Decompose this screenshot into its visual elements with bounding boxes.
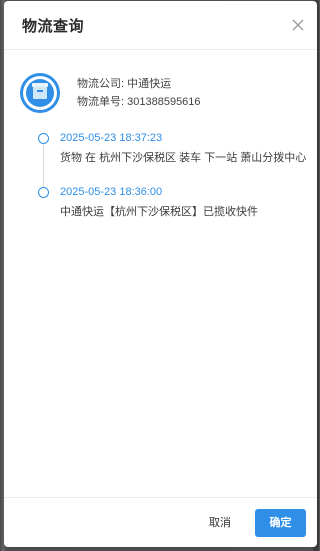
carrier-company-value: 中通快运 bbox=[127, 78, 172, 90]
timeline-time: 2025-05-23 18:36:00 bbox=[60, 186, 163, 198]
dialog-footer: 取消 确定 bbox=[4, 497, 317, 547]
dialog-header: 物流查询 bbox=[4, 1, 317, 50]
carrier-info: 物流公司: 中通快运 物流单号: 301388595616 bbox=[20, 73, 310, 119]
tracking-number-label: 物流单号: bbox=[77, 96, 125, 108]
carrier-company-row: 物流公司: 中通快运 bbox=[77, 75, 201, 93]
timeline-dot bbox=[38, 133, 49, 144]
timeline-description: 中通快运【杭州下沙保税区】已揽收快件 bbox=[60, 206, 258, 218]
timeline-description: 货物 在 杭州下沙保税区 装车 下一站 萧山分拨中心 bbox=[60, 152, 307, 164]
carrier-details: 物流公司: 中通快运 物流单号: 301388595616 bbox=[77, 75, 201, 111]
timeline-time: 2025-05-23 18:37:23 bbox=[60, 132, 163, 144]
carrier-company-label: 物流公司: bbox=[77, 78, 125, 90]
close-button[interactable] bbox=[287, 14, 309, 36]
logistics-query-dialog: 物流查询 物流公司: 中通快运 物流单号: 301388595616 2025-… bbox=[4, 1, 317, 547]
package-icon bbox=[20, 73, 60, 113]
confirm-button[interactable]: 确定 bbox=[255, 509, 306, 537]
close-icon bbox=[292, 19, 304, 31]
cancel-button[interactable]: 取消 bbox=[200, 510, 240, 536]
timeline-dot bbox=[38, 187, 49, 198]
dialog-title: 物流查询 bbox=[22, 18, 85, 35]
tracking-number-row: 物流单号: 301388595616 bbox=[77, 93, 201, 111]
tracking-number-value: 301388595616 bbox=[127, 96, 201, 108]
